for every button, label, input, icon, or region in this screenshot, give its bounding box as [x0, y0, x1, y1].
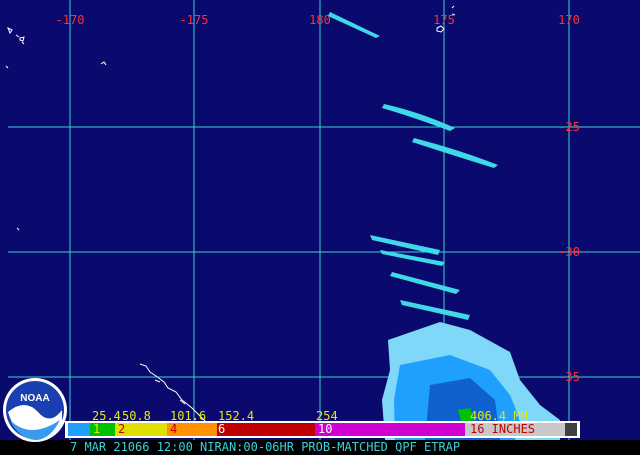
latitude-label: -30 [558, 245, 580, 259]
qpf-map-product: -170 -175 180 175 170 -25 -30 -35 25.4 5… [0, 0, 640, 455]
legend-inch-label: 16 INCHES [470, 422, 535, 436]
noaa-logo: NOAA [3, 378, 67, 442]
longitude-label: -170 [56, 13, 85, 27]
longitude-label: -175 [180, 13, 209, 27]
product-caption: 7 MAR 21066 12:00 NIRAN:00-06HR PROB-MAT… [70, 440, 460, 454]
legend-inch-label: 4 [170, 422, 177, 436]
legend-mm-label: 254 [316, 409, 338, 423]
legend-mm-label: 152.4 [218, 409, 254, 423]
legend-swatch [217, 423, 315, 436]
legend-inch-label: 10 [318, 422, 332, 436]
latitude-label: -35 [558, 370, 580, 384]
legend-swatch [315, 423, 465, 436]
legend-mm-label: 406.4 MM [470, 409, 528, 423]
legend-inch-label: 1 [93, 422, 100, 436]
logo-text: NOAA [20, 393, 49, 404]
legend-inch-label: 2 [118, 422, 125, 436]
legend-mm-label: 101.6 [170, 409, 206, 423]
latitude-label: -25 [558, 120, 580, 134]
legend-swatch [68, 423, 90, 436]
legend-inch-label: 6 [218, 422, 225, 436]
longitude-label: 170 [558, 13, 580, 27]
legend: 25.4 50.8 101.6 152.4 254 406.4 MM 1 2 4… [65, 409, 580, 438]
legend-mm-label: 50.8 [122, 409, 151, 423]
longitude-label: 175 [433, 13, 455, 27]
legend-mm-label: 25.4 [92, 409, 121, 423]
longitude-label: 180 [309, 13, 331, 27]
legend-swatch [565, 423, 577, 436]
map-canvas: -170 -175 180 175 170 -25 -30 -35 25.4 5… [0, 0, 640, 454]
